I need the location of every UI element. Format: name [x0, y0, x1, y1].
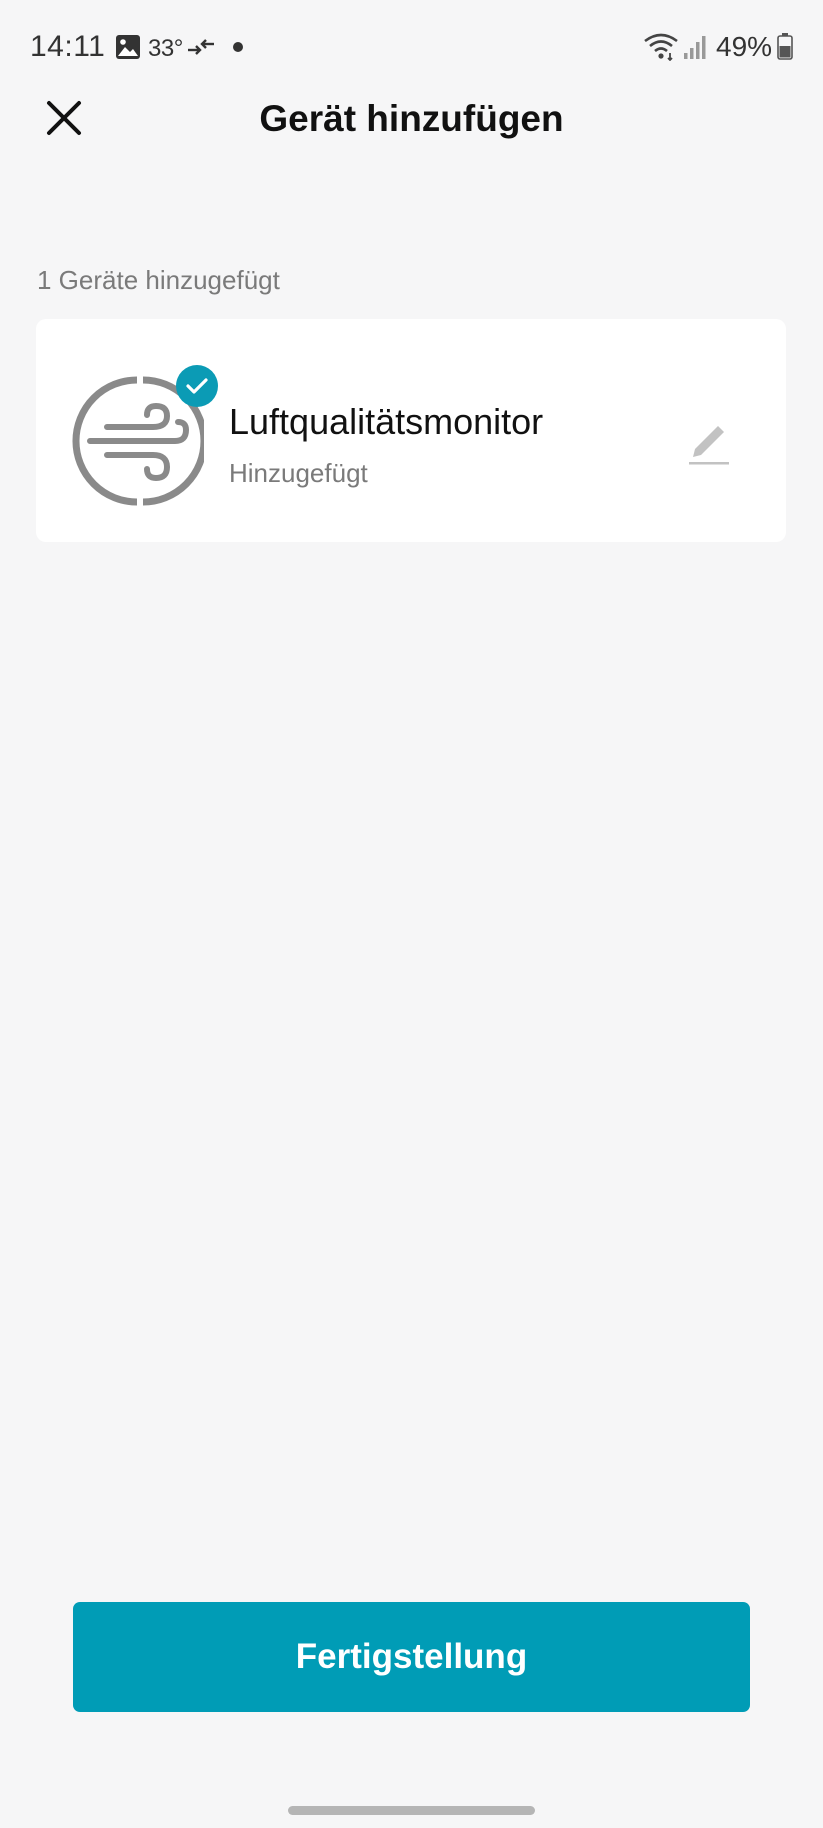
device-status: Hinzugefügt: [229, 458, 368, 488]
checkmark-icon: [186, 378, 208, 394]
edit-icon: [689, 426, 729, 465]
wifi-icon: [644, 33, 678, 61]
notification-dot-icon: [233, 42, 243, 52]
finish-button[interactable]: Fertigstellung: [73, 1602, 750, 1712]
battery-icon: [777, 33, 793, 60]
added-check-badge: [176, 365, 218, 407]
device-card: Luftqualitätsmonitor Hinzugefügt: [36, 319, 786, 542]
status-bar: 14:11 33° 49%: [0, 0, 823, 95]
data-transfer-icon: [188, 39, 214, 55]
status-temperature: 33°: [148, 35, 183, 62]
signal-icon: [684, 36, 706, 59]
status-time: 14:11: [30, 30, 106, 63]
home-indicator[interactable]: [288, 1806, 535, 1815]
device-name: Luftqualitätsmonitor: [229, 401, 544, 442]
gallery-icon: [116, 35, 140, 59]
page-title: Gerät hinzufügen: [259, 98, 564, 139]
edit-device-button[interactable]: [681, 417, 737, 467]
battery-percentage: 49%: [716, 31, 773, 62]
added-devices-count: 1 Geräte hinzugefügt: [37, 265, 280, 295]
